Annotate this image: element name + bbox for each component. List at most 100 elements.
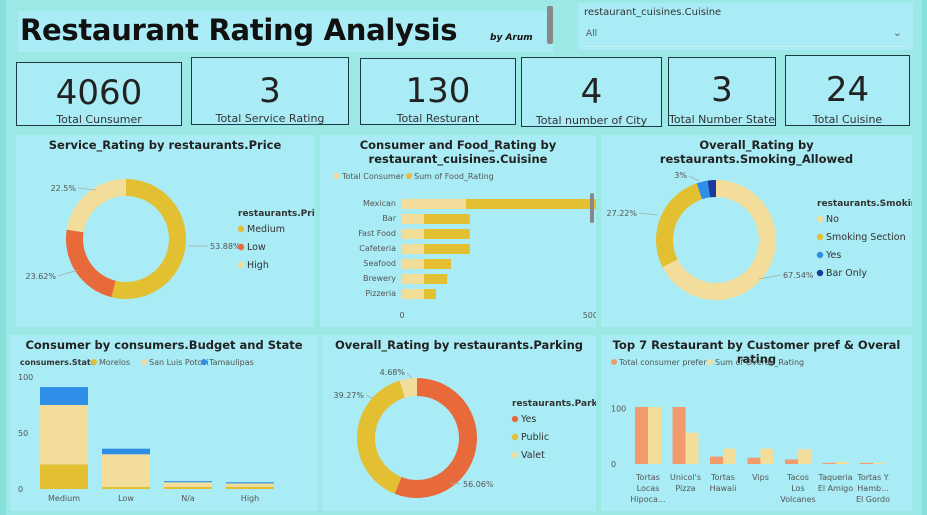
- data-label: 4.68%: [380, 368, 406, 377]
- bar-total-consumer: [466, 199, 596, 209]
- budget-state-stacked-bar-chart: consumers.State Morelos San Luis Potosi Tam…: [18, 358, 274, 503]
- legend-marker: [334, 173, 340, 179]
- bar-overall-rating: [723, 448, 736, 464]
- legend-label: Tamaulipas: [208, 358, 254, 367]
- consumer-food-bar-chart: Total Consumer Sum of Food_Rating Mexican B…: [334, 172, 596, 320]
- kpi-label: Total Cuisine: [812, 113, 883, 126]
- x-tick-label: 0: [399, 311, 404, 320]
- chart-scrollbar[interactable]: [590, 193, 594, 223]
- legend-label: Total consumer prefer: [618, 358, 707, 367]
- category-label: Low: [118, 494, 134, 503]
- category-label: Pizza: [675, 484, 695, 493]
- chevron-down-icon: ⌄: [892, 26, 902, 39]
- category-label: Hawaii: [710, 484, 737, 493]
- category-label: Hipoca...: [630, 495, 665, 504]
- bar-food-rating-fill: [424, 274, 448, 284]
- slicer-value: All: [586, 29, 598, 39]
- kpi-value: 4060: [55, 73, 143, 113]
- legend-marker: [816, 233, 824, 241]
- category-label: Tortas: [635, 473, 660, 482]
- donut-slice-public: [356, 380, 405, 494]
- legend-marker: [406, 173, 412, 179]
- donut-slice-medium: [111, 179, 186, 299]
- bar-food-rating-fill: [424, 214, 470, 224]
- service-rating-donut-chart: 53.88% 23.62% 22.5% restaurants.Price Medium…: [25, 179, 314, 299]
- category-label: Cafeteria: [359, 244, 396, 253]
- page-title: Restaurant Rating Analysis: [20, 13, 458, 47]
- legend-marker: [237, 225, 245, 233]
- legend-label: Low: [247, 242, 266, 253]
- bar-consumer-prefer: [635, 407, 648, 464]
- bar-overall-rating: [685, 432, 699, 464]
- kpi-value: 4: [580, 72, 603, 112]
- legend-title: consumers.State: [20, 358, 97, 367]
- donut-slice-smoking-section: [656, 183, 703, 268]
- bar-overall-rating: [873, 462, 886, 464]
- bar-consumer-prefer: [822, 462, 836, 464]
- kpi-label: Total Resturant: [396, 112, 480, 125]
- smoking-donut-chart: 67.54% 27.22% 3% restaurants.Smokin... No Smo…: [606, 171, 912, 300]
- data-label: 3%: [674, 171, 687, 180]
- legend-label: High: [247, 260, 269, 271]
- legend-label: San Luis Potosi: [149, 358, 209, 367]
- legend-marker: [511, 415, 519, 423]
- stacked-bar-segment: [102, 486, 150, 489]
- data-label: 23.62%: [25, 272, 56, 281]
- category-label: Seafood: [363, 259, 396, 268]
- leader-line: [638, 212, 658, 216]
- panel-consumer-food-rating: Consumer and Food_Rating by restaurant_c…: [320, 135, 596, 327]
- stacked-bar-segment: [40, 387, 88, 405]
- y-tick-label: 0: [18, 485, 23, 494]
- bar-food-rating-fill: [424, 259, 451, 269]
- data-label: 67.54%: [783, 271, 814, 280]
- bar-overall-rating: [760, 448, 774, 464]
- bar-food-rating-fill: [424, 289, 436, 299]
- legend-title: restaurants.Parki...: [512, 399, 596, 409]
- slicer-label: restaurant_cuisines.Cuisine: [584, 7, 722, 18]
- bar-consumer-prefer: [785, 459, 798, 464]
- stacked-bar-segment: [226, 486, 274, 489]
- category-label: High: [241, 494, 259, 503]
- legend-marker: [611, 359, 617, 365]
- data-label: 56.06%: [463, 480, 494, 489]
- kpi-value: 130: [405, 71, 471, 111]
- bar-food-rating-fill: [424, 229, 470, 239]
- bar-consumer-prefer: [710, 456, 723, 464]
- kpi-value: 24: [825, 70, 870, 110]
- category-label: Bar: [382, 214, 396, 223]
- stacked-bar-segment: [164, 482, 212, 487]
- stacked-bar-segment: [164, 486, 212, 489]
- category-label: Brewery: [363, 274, 396, 283]
- top-restaurant-bar-chart: Total consumer prefer Sum of Overall_Rati…: [611, 358, 890, 504]
- category-label: Unicol's: [670, 473, 701, 482]
- panel-parking: Overall_Rating by restaurants.Parking 56…: [322, 335, 596, 511]
- legend-marker: [816, 215, 824, 223]
- x-tick-label: 500: [583, 311, 596, 320]
- category-label: Taqueria: [818, 473, 853, 482]
- title-scrollbar[interactable]: [547, 6, 553, 44]
- kpi-value: 3: [711, 70, 733, 110]
- stacked-bar-segment: [40, 405, 88, 465]
- report-canvas: Restaurant Rating Analysis by Arum resta…: [6, 0, 922, 515]
- kpi-label: Total Number State: [669, 113, 775, 126]
- panel-top-restaurants: Top 7 Restaurant by Customer pref & Over…: [601, 335, 912, 511]
- kpi-card-total-cuisine: 24 Total Cuisine: [785, 55, 910, 126]
- slicer-dropdown[interactable]: All ⌄: [584, 24, 906, 47]
- legend-marker: [816, 269, 824, 277]
- kpi-label: Total Cunsumer: [56, 113, 142, 126]
- parking-donut-chart: 56.06% 39.27% 4.68% restaurants.Parki... Yes…: [333, 368, 596, 498]
- stacked-bar-segment: [226, 483, 274, 487]
- category-label: Vips: [752, 473, 769, 482]
- y-tick-label: 100: [18, 373, 33, 382]
- legend-label: No: [826, 214, 839, 225]
- data-label: 39.27%: [333, 391, 364, 400]
- title-banner: Restaurant Rating Analysis by Arum: [18, 11, 553, 52]
- legend-marker: [91, 359, 97, 365]
- y-tick-label: 50: [18, 429, 28, 438]
- stacked-bar-segment: [164, 481, 212, 483]
- bar-overall-rating: [798, 449, 811, 464]
- legend-label: Smoking Section: [826, 232, 906, 243]
- category-label: Volcanes: [780, 495, 815, 504]
- legend-label: Bar Only: [826, 268, 867, 279]
- legend-marker: [201, 359, 207, 365]
